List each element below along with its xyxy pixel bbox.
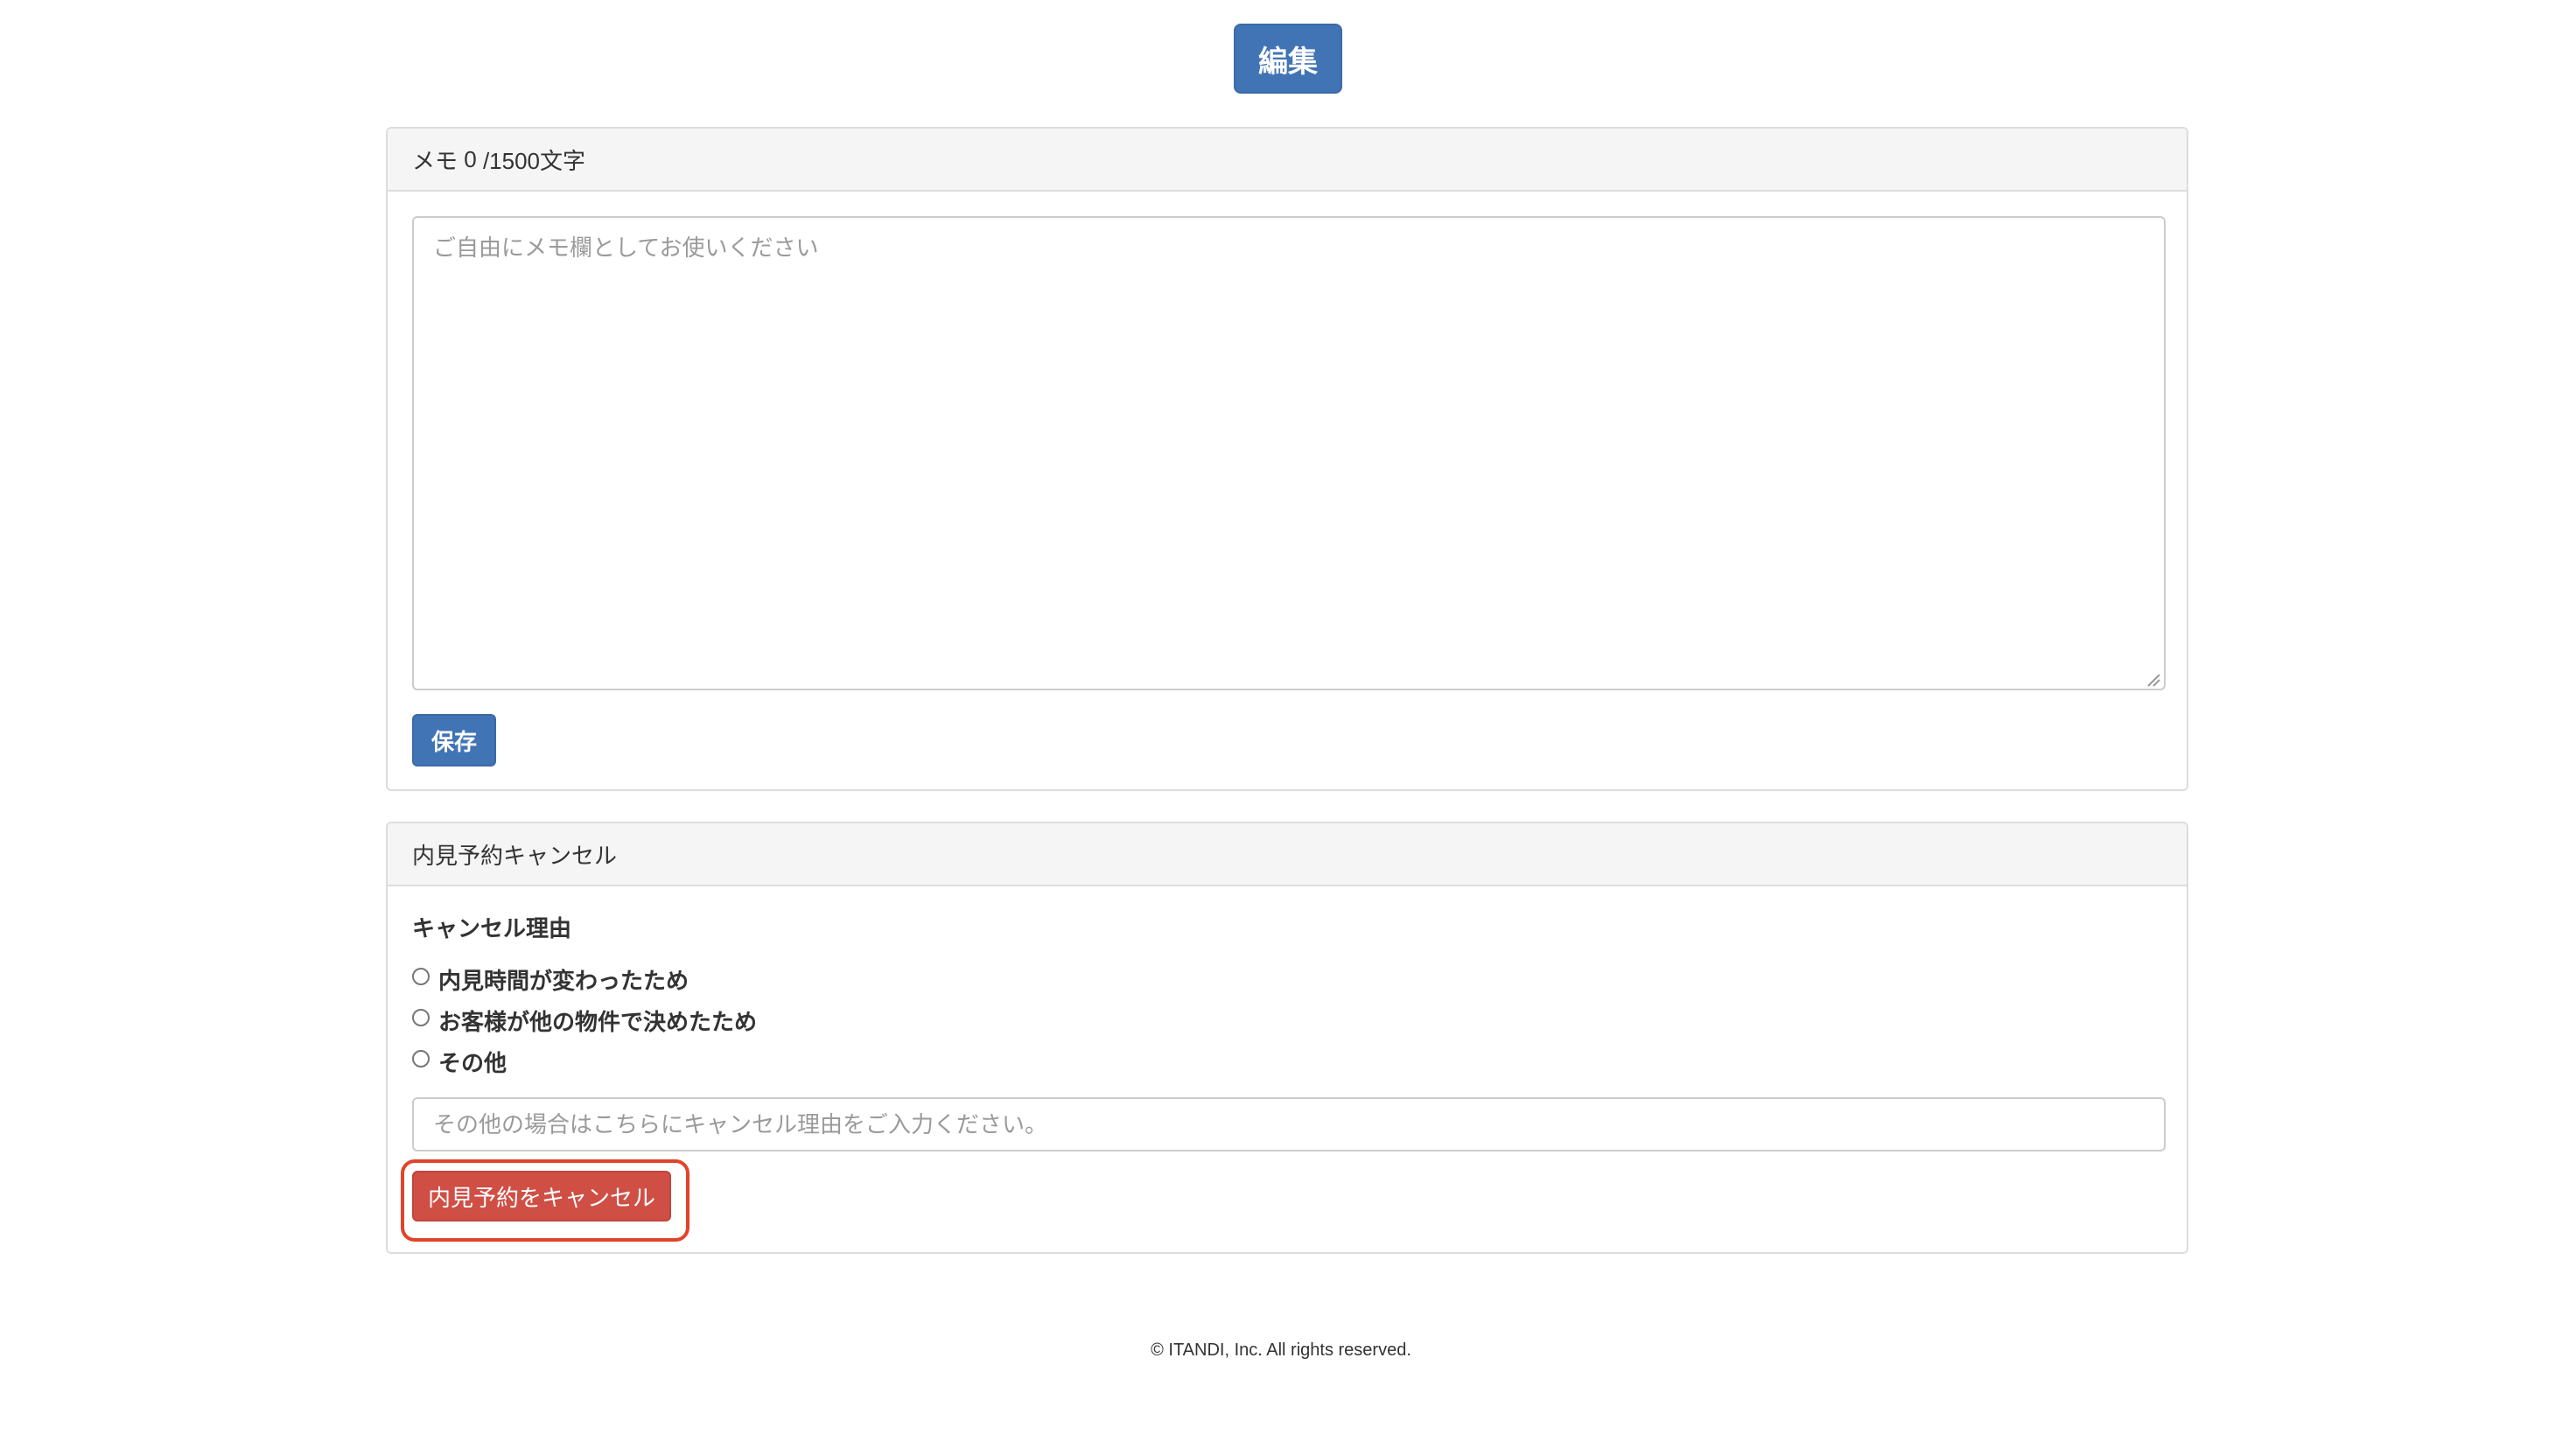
memo-panel: メモ 0 /1500文字 保存 <box>386 127 2188 791</box>
reason-option-other[interactable]: その他 <box>412 1046 507 1077</box>
resize-grip-icon[interactable] <box>2145 671 2160 687</box>
cancel-reservation-button[interactable]: 内見予約をキャンセル <box>412 1171 671 1222</box>
memo-char-count: 0 <box>464 145 477 172</box>
memo-panel-heading: メモ 0 /1500文字 <box>388 129 2187 192</box>
save-button[interactable]: 保存 <box>412 714 496 766</box>
other-reason-input[interactable] <box>412 1097 2166 1152</box>
page: 編集 メモ 0 /1500文字 保存 内見予約キャンセル キャンセル理由 内見時… <box>0 0 2562 1456</box>
cancel-panel-heading: 内見予約キャンセル <box>388 823 2187 886</box>
cancel-panel: 内見予約キャンセル キャンセル理由 内見時間が変わったため お客様が他の物件で決… <box>386 822 2188 1254</box>
cancel-reason-title: キャンセル理由 <box>412 915 572 942</box>
reason-option-label[interactable]: その他 <box>438 1046 507 1078</box>
reason-option-other-property[interactable]: お客様が他の物件で決めたため <box>412 1004 757 1036</box>
radio-button[interactable] <box>412 1009 430 1026</box>
memo-heading-label: メモ <box>412 147 458 174</box>
footer-copyright: © ITANDI, Inc. All rights reserved. <box>1151 1340 1411 1360</box>
reason-option-time-changed[interactable]: 内見時間が変わったため <box>412 963 689 995</box>
edit-button[interactable]: 編集 <box>1234 24 1342 94</box>
memo-textarea[interactable] <box>412 216 2166 690</box>
radio-button[interactable] <box>412 1050 430 1068</box>
reason-option-label[interactable]: お客様が他の物件で決めたため <box>438 1004 757 1037</box>
memo-char-limit: /1500文字 <box>482 147 586 174</box>
reason-option-label[interactable]: 内見時間が変わったため <box>438 963 689 996</box>
radio-button[interactable] <box>412 968 430 985</box>
